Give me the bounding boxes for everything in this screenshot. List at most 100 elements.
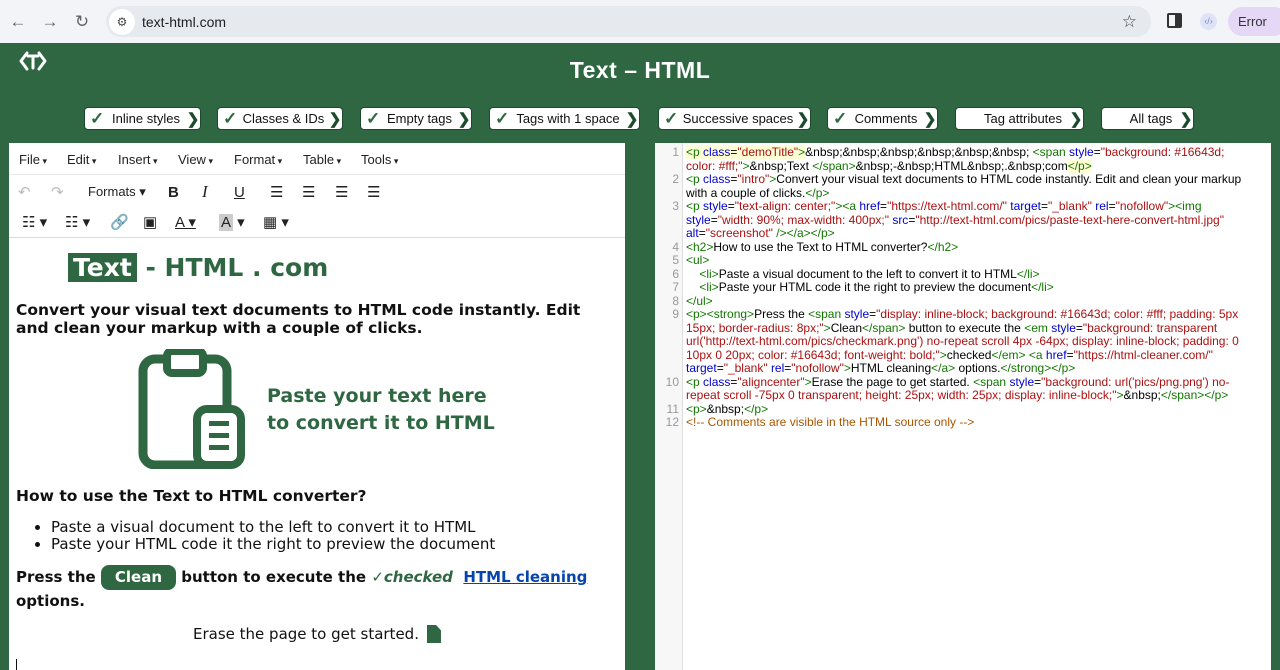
- editor-content[interactable]: Text - HTML . com Convert your visual te…: [9, 239, 625, 670]
- extension-icon[interactable]: ‹/›: [1200, 13, 1217, 30]
- line-number: 11: [666, 401, 679, 416]
- line-number: 3: [672, 199, 679, 213]
- checkmark-icon: ✓: [495, 108, 510, 128]
- checkmark-icon: ✓: [90, 108, 105, 128]
- option-label: All tags: [1129, 111, 1173, 126]
- bookmark-star-icon[interactable]: ☆: [1122, 12, 1137, 32]
- menu-table[interactable]: Table: [303, 152, 341, 167]
- reload-icon[interactable]: ↻: [72, 12, 92, 32]
- cleaning-options: ✓ Inline styles ❯ ✓ Classes & IDs ❯ ✓ Em…: [0, 107, 1280, 131]
- italic-icon[interactable]: I: [202, 181, 208, 203]
- clean-badge: Clean: [100, 565, 177, 590]
- link-icon[interactable]: 🔗: [110, 211, 129, 233]
- menu-tools[interactable]: Tools: [361, 152, 398, 167]
- address-bar[interactable]: ⚙ text-html.com ☆: [106, 6, 1151, 37]
- undo-icon[interactable]: ↶: [18, 181, 31, 203]
- checkmark-icon: ✓: [664, 108, 679, 128]
- back-icon[interactable]: ←: [8, 12, 28, 32]
- option-label: Tags with 1 space: [516, 111, 620, 126]
- align-left-icon[interactable]: ☰: [270, 181, 283, 203]
- option-comments[interactable]: ✓ Comments ❯: [827, 107, 938, 130]
- code-line: 3 <p style="text-align: center;"><a href=…: [655, 199, 1271, 241]
- chevron-right-icon: ❯: [1179, 110, 1193, 128]
- code-line: 11 <p>&nbsp;</p>: [655, 401, 1271, 417]
- line-number: 12: [665, 415, 679, 429]
- background-color-icon[interactable]: A ▾: [219, 211, 245, 233]
- redo-icon[interactable]: ↷: [51, 181, 64, 203]
- chevron-right-icon: ❯: [923, 110, 937, 128]
- code-line: 4 <h2>How to use the Text to HTML convert…: [655, 239, 1271, 255]
- option-label: Comments: [854, 111, 918, 126]
- text-color-icon[interactable]: A ▾: [175, 211, 196, 233]
- visual-editor: File Edit Insert View Format Table Tools…: [9, 143, 625, 670]
- code-line: 5 <ul>: [655, 253, 1271, 268]
- option-label: Empty tags: [386, 111, 453, 126]
- table-icon[interactable]: ▦ ▾: [263, 211, 289, 233]
- bold-icon[interactable]: B: [168, 181, 179, 203]
- code-line: 6 <li>Paste a visual document to the lef…: [655, 266, 1271, 282]
- align-center-icon[interactable]: ☰: [302, 181, 315, 203]
- line-number: 1: [672, 145, 679, 159]
- bullet-list-icon[interactable]: ☷ ▾: [22, 211, 47, 233]
- menu-file[interactable]: File: [19, 152, 47, 167]
- align-justify-icon[interactable]: ☰: [367, 181, 380, 203]
- menu-edit[interactable]: Edit: [67, 152, 96, 167]
- option-label: Inline styles: [112, 111, 180, 126]
- chevron-right-icon: ❯: [457, 110, 471, 128]
- editor-toolbar-row1: ↶ ↷ Formats ▾ B I U ☰ ☰ ☰ ☰: [9, 175, 625, 207]
- demo-title-highlight: Text: [68, 253, 137, 282]
- html-code-editor[interactable]: 1 <p class="demoTitle">&nbsp;&nbsp;&nbsp;…: [655, 143, 1271, 670]
- site-settings-icon[interactable]: ⚙: [109, 8, 135, 35]
- file-icon: [426, 625, 441, 643]
- option-classes-ids[interactable]: ✓ Classes & IDs ❯: [217, 107, 343, 130]
- menu-format[interactable]: Format: [234, 152, 282, 167]
- list-item: Paste your HTML code it the right to pre…: [51, 536, 495, 553]
- html-cleaning-link[interactable]: HTML cleaning: [463, 568, 587, 586]
- code-lines: 1 <p class="demoTitle">&nbsp;&nbsp;&nbsp;…: [655, 145, 1271, 430]
- forward-icon[interactable]: →: [40, 12, 60, 32]
- option-inline-styles[interactable]: ✓ Inline styles ❯: [84, 107, 201, 130]
- menu-view[interactable]: View: [178, 152, 213, 167]
- list-item: Paste a visual document to the left to c…: [51, 519, 495, 536]
- numbered-list-icon[interactable]: ☷ ▾: [65, 211, 90, 233]
- checkmark-icon: ✓: [223, 108, 238, 128]
- how-to-list: Paste a visual document to the left to c…: [37, 519, 495, 553]
- paste-here-screenshot[interactable]: Paste your text here to convert it to HT…: [137, 347, 497, 470]
- press-text: Press the: [16, 568, 101, 586]
- chevron-right-icon: ❯: [625, 110, 639, 128]
- line-number: 8: [672, 293, 679, 308]
- menu-insert[interactable]: Insert: [118, 152, 158, 167]
- option-empty-tags[interactable]: ✓ Empty tags ❯: [360, 107, 472, 130]
- code-line: 1 <p class="demoTitle">&nbsp;&nbsp;&nbsp;…: [655, 145, 1271, 173]
- checkmark-icon: ✓: [366, 108, 381, 128]
- code-line: 7 <li>Paste your HTML code it the right …: [655, 280, 1271, 295]
- image-icon[interactable]: ▣: [143, 211, 157, 233]
- line-number: 9: [672, 307, 679, 321]
- option-successive-spaces[interactable]: ✓ Successive spaces ❯: [658, 107, 811, 130]
- option-label: Tag attributes: [983, 111, 1063, 126]
- page-title: Text – HTML: [569, 57, 711, 83]
- code-line: 10 <p class="aligncenter">Erase the page …: [655, 375, 1271, 403]
- line-number: 7: [672, 280, 679, 294]
- options-text: options.: [16, 592, 85, 610]
- error-badge[interactable]: Error: [1228, 7, 1280, 36]
- align-right-icon[interactable]: ☰: [335, 181, 348, 203]
- demo-title: Text - HTML . com: [68, 253, 328, 282]
- editor-menubar: File Edit Insert View Format Table Tools: [9, 143, 625, 175]
- option-tags-with-1-space[interactable]: ✓ Tags with 1 space ❯: [489, 107, 640, 130]
- demo-title-rest: - HTML . com: [136, 253, 329, 282]
- underline-icon[interactable]: U: [234, 181, 245, 203]
- intro-paragraph: Convert your visual text documents to HT…: [16, 301, 581, 337]
- browser-toolbar: ← → ↻ ⚙ text-html.com ☆ ‹/› Error: [0, 0, 1280, 43]
- line-number: 4: [672, 239, 679, 254]
- option-all-tags[interactable]: All tags ❯: [1101, 107, 1194, 130]
- line-number: 5: [672, 253, 679, 267]
- formats-dropdown[interactable]: Formats ▾: [88, 181, 146, 203]
- url-text[interactable]: text-html.com: [142, 14, 226, 30]
- chevron-right-icon: ❯: [328, 110, 342, 128]
- side-panel-icon[interactable]: [1167, 13, 1182, 28]
- line-number: 6: [672, 266, 679, 281]
- code-line: 9 <p><strong>Press the <span style="displ…: [655, 307, 1271, 376]
- option-tag-attributes[interactable]: Tag attributes ❯: [955, 107, 1084, 130]
- checked-text: checked: [383, 568, 453, 586]
